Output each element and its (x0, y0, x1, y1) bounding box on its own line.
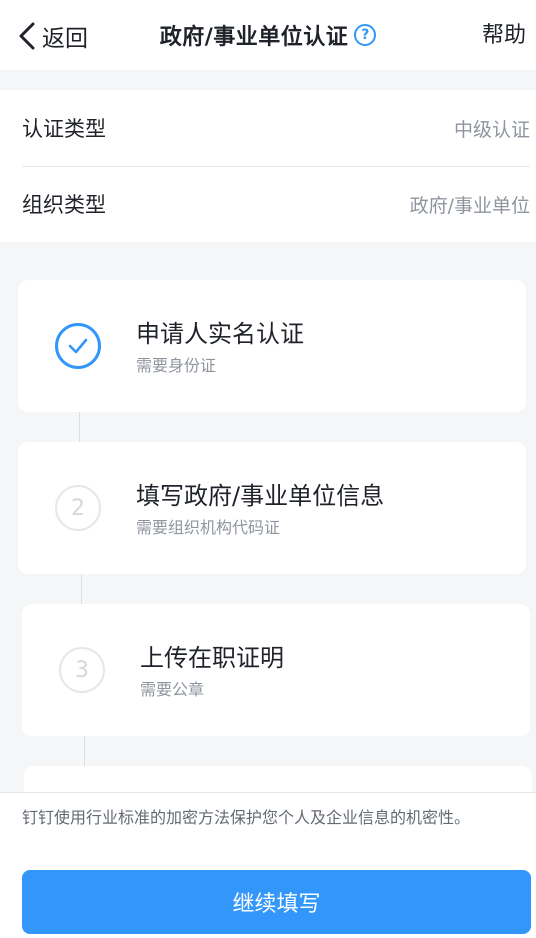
step-card-employment-proof[interactable]: 3 上传在职证明 需要公章 (22, 604, 530, 736)
step-title: 申请人实名认证 (136, 320, 304, 348)
step-subtitle: 需要身份证 (136, 356, 217, 375)
page-title-group: 政府/事业单位认证 ? (160, 19, 377, 51)
back-button[interactable]: 返回 (18, 18, 88, 54)
chevron-left-icon (19, 22, 35, 50)
footer: 钉钉使用行业标准的加密方法保护您个人及企业信息的机密性。 继续填写 (0, 792, 536, 938)
question-mark-icon[interactable]: ? (354, 24, 377, 46)
step-subtitle: 需要公章 (140, 680, 205, 699)
organization-type-row: 组织类型 政府/事业单位 (22, 166, 530, 242)
step-connector (79, 412, 80, 442)
step-card-identity[interactable]: 申请人实名认证 需要身份证 (18, 280, 526, 412)
certification-type-row: 认证类型 中级认证 (22, 90, 530, 166)
help-button[interactable]: 帮助 (482, 18, 526, 54)
info-divider (22, 166, 530, 167)
step-title: 填写政府/事业单位信息 (136, 482, 385, 510)
step-connector (81, 574, 82, 604)
back-label: 返回 (42, 26, 88, 52)
certification-type-value: 中级认证 (453, 118, 530, 141)
continue-button[interactable]: 继续填写 (22, 870, 531, 934)
organization-type-value: 政府/事业单位 (409, 194, 530, 217)
navigation-bar: 返回 政府/事业单位认证 ? 帮助 (0, 0, 536, 70)
certification-type-label: 认证类型 (22, 117, 106, 141)
step-connector (84, 736, 85, 766)
check-circle-icon (55, 323, 101, 369)
organization-type-label: 组织类型 (22, 193, 106, 217)
step-number-badge: 2 (55, 485, 101, 531)
page-title: 政府/事业单位认证 (159, 25, 349, 50)
step-title: 上传在职证明 (140, 644, 284, 672)
step-subtitle: 需要组织机构代码证 (136, 518, 281, 537)
step-number-badge: 3 (59, 647, 105, 693)
step-card-organization-info[interactable]: 2 填写政府/事业单位信息 需要组织机构代码证 (18, 442, 526, 574)
footer-divider (0, 792, 536, 793)
security-notice: 钉钉使用行业标准的加密方法保护您个人及企业信息的机密性。 (22, 808, 471, 827)
